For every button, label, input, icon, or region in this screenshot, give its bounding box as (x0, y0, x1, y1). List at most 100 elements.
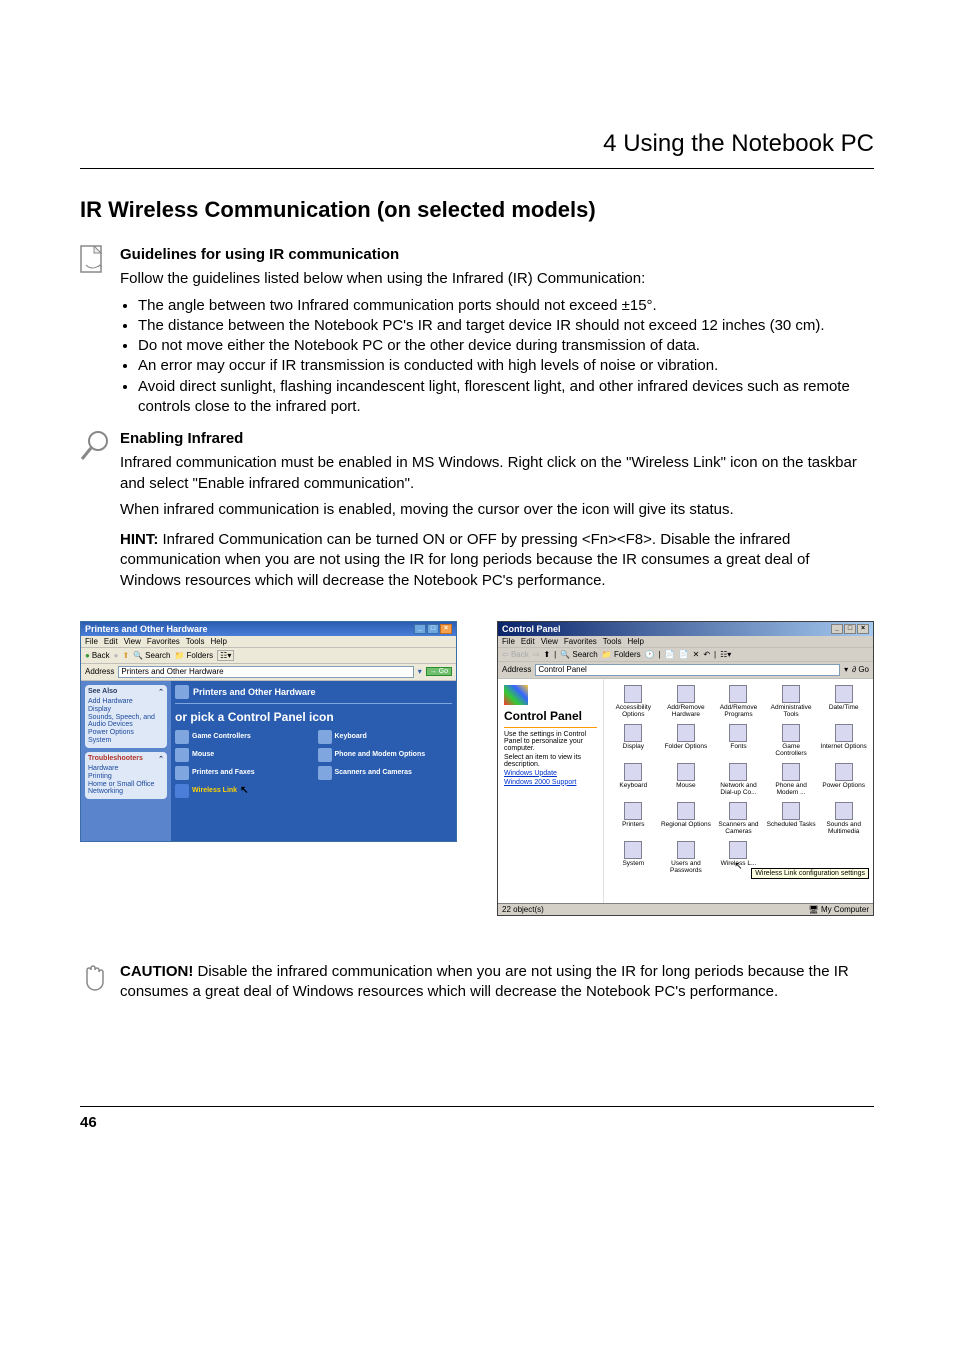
cp-item-fonts[interactable]: Fonts (713, 722, 764, 759)
search-button[interactable]: 🔍Search (133, 651, 170, 660)
menu-bar[interactable]: File Edit View Favorites Tools Help (498, 636, 873, 648)
cp-item-accessibility[interactable]: Accessibility Options (608, 683, 659, 720)
menu-item[interactable]: Tools (603, 637, 622, 646)
minimize-button[interactable]: _ (414, 624, 426, 634)
cp-item-scheduled-tasks[interactable]: Scheduled Tasks (766, 800, 817, 837)
cp-item-game-controllers[interactable]: Game Controllers (766, 722, 817, 759)
cp-item-mouse[interactable]: Mouse (661, 761, 712, 798)
hint-body: Infrared Communication can be turned ON … (120, 531, 810, 589)
cp-item-users-passwords[interactable]: Users and Passwords (661, 839, 712, 880)
page-header: 4 Using the Notebook PC (0, 0, 954, 168)
menu-item[interactable]: Tools (186, 637, 205, 646)
cp-icon-printers-faxes[interactable]: Printers and Faxes (175, 766, 310, 780)
address-input[interactable]: Printers and Other Hardware (118, 666, 413, 678)
menu-item[interactable]: View (124, 637, 141, 646)
menu-item[interactable]: File (502, 637, 515, 646)
cp-icon-wireless-link[interactable]: Wireless Link ↖ (175, 784, 452, 798)
forward-button[interactable]: ⇨ (533, 650, 540, 659)
side-link-windows-update[interactable]: Windows Update (504, 770, 557, 777)
views-button[interactable]: ☷▾ (217, 650, 234, 661)
cp-item-add-programs[interactable]: Add/Remove Programs (713, 683, 764, 720)
go-button[interactable]: → Go (426, 667, 452, 676)
cp-item-network[interactable]: Network and Dial-up Co... (713, 761, 764, 798)
menu-item[interactable]: File (85, 637, 98, 646)
copy-to-button[interactable]: 📄 (679, 650, 689, 659)
menu-item[interactable]: Edit (104, 637, 118, 646)
menu-item[interactable]: Favorites (147, 637, 180, 646)
side-link[interactable]: Display (88, 706, 164, 713)
keyboard-icon (318, 730, 332, 744)
cp-icon-scanners-cameras[interactable]: Scanners and Cameras (318, 766, 453, 780)
maximize-button[interactable]: □ (844, 624, 856, 634)
cp-item-sounds[interactable]: Sounds and Multimedia (818, 800, 869, 837)
forward-button[interactable]: ● (114, 651, 119, 660)
address-label: Address (502, 665, 531, 674)
cp-item-date-time[interactable]: Date/Time (818, 683, 869, 720)
menu-item[interactable]: View (541, 637, 558, 646)
menu-item[interactable]: Help (210, 637, 226, 646)
folders-button[interactable]: 📁Folders (175, 651, 214, 660)
up-button[interactable]: ⬆ (543, 650, 550, 659)
folders-button[interactable]: 📁 Folders (602, 650, 641, 659)
document-flip-icon (80, 245, 106, 277)
move-to-button[interactable]: 📄 (665, 650, 675, 659)
sounds-icon (835, 802, 853, 820)
menu-item[interactable]: Favorites (564, 637, 597, 646)
printer-category-icon (175, 685, 189, 699)
cp-item-admin-tools[interactable]: Administrative Tools (766, 683, 817, 720)
side-link[interactable]: System (88, 737, 164, 744)
close-button[interactable]: × (440, 624, 452, 634)
menu-bar[interactable]: File Edit View Favorites Tools Help (81, 636, 456, 648)
up-button[interactable]: ⬆ (122, 651, 129, 660)
side-link-2000-support[interactable]: Windows 2000 Support (504, 779, 576, 786)
date-time-icon (835, 685, 853, 703)
go-button[interactable]: ∂ Go (852, 665, 869, 674)
cp-item-scanners-cameras[interactable]: Scanners and Cameras (713, 800, 764, 837)
caution-title: CAUTION! (120, 963, 193, 980)
views-button[interactable]: ☷▾ (720, 650, 731, 659)
side-link[interactable]: Home or Small Office Networking (88, 781, 164, 795)
side-link[interactable]: Printing (88, 773, 164, 780)
side-panel: Control Panel Use the settings in Contro… (498, 679, 604, 903)
maximize-button[interactable]: □ (427, 624, 439, 634)
cp-icon-game-controllers[interactable]: Game Controllers (175, 730, 310, 744)
cp-item-keyboard[interactable]: Keyboard (608, 761, 659, 798)
cp-item-display[interactable]: Display (608, 722, 659, 759)
cp-item-phone-modem[interactable]: Phone and Modem ... (766, 761, 817, 798)
address-input[interactable]: Control Panel (535, 664, 840, 676)
side-link[interactable]: Power Options (88, 729, 164, 736)
side-link[interactable]: Sounds, Speech, and Audio Devices (88, 714, 164, 728)
guideline-bullet: An error may occur if IR transmission is… (138, 356, 874, 376)
window-titlebar[interactable]: Printers and Other Hardware _ □ × (81, 622, 456, 636)
address-label: Address (85, 667, 114, 676)
menu-item[interactable]: Edit (521, 637, 535, 646)
back-button[interactable]: ●Back (85, 651, 110, 660)
side-desc: Use the settings in Control Panel to per… (504, 731, 597, 752)
menu-item[interactable]: Help (627, 637, 643, 646)
admin-tools-icon (782, 685, 800, 703)
magnifier-icon (80, 429, 110, 463)
close-button[interactable]: × (857, 624, 869, 634)
search-button[interactable]: 🔍 Search (560, 650, 598, 659)
printer-icon (175, 766, 189, 780)
toolbar: ●Back ● ⬆ 🔍Search 📁Folders ☷▾ (81, 648, 456, 664)
side-link[interactable]: Add Hardware (88, 698, 164, 705)
minimize-button[interactable]: _ (831, 624, 843, 634)
window-titlebar[interactable]: Control Panel _ □ × (498, 622, 873, 636)
cp-icon-mouse[interactable]: Mouse (175, 748, 310, 762)
cp-item-regional[interactable]: Regional Options (661, 800, 712, 837)
cp-icon-keyboard[interactable]: Keyboard (318, 730, 453, 744)
cp-item-system[interactable]: System (608, 839, 659, 880)
back-button[interactable]: ⇦ Back (502, 650, 529, 659)
history-button[interactable]: 🕑 (645, 650, 655, 659)
undo-button[interactable]: ↶ (703, 650, 710, 659)
cp-item-printers[interactable]: Printers (608, 800, 659, 837)
side-link[interactable]: Hardware (88, 765, 164, 772)
cp-icon-phone-modem[interactable]: Phone and Modem Options (318, 748, 453, 762)
add-programs-icon (729, 685, 747, 703)
cp-item-add-hardware[interactable]: Add/Remove Hardware (661, 683, 712, 720)
cp-item-power-options[interactable]: Power Options (818, 761, 869, 798)
delete-button[interactable]: ✕ (693, 650, 700, 659)
cp-item-folder-options[interactable]: Folder Options (661, 722, 712, 759)
cp-item-internet-options[interactable]: Internet Options (818, 722, 869, 759)
